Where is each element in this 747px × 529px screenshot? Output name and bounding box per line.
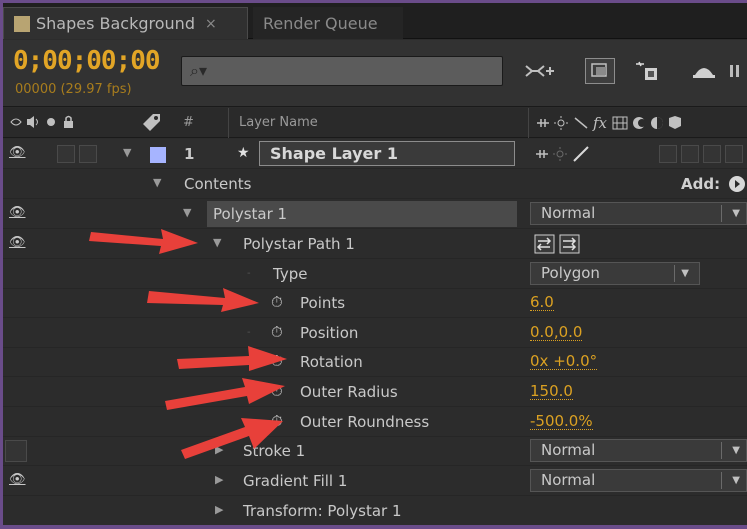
annotation-arrow-rotation (177, 346, 287, 371)
annotation-arrow-outer-roundness (181, 418, 283, 459)
annotation-arrows (89, 229, 287, 459)
annotation-arrow-outer-radius (165, 378, 285, 410)
annotation-arrow-polystar-path (89, 229, 198, 254)
annotation-arrow-points (147, 288, 259, 312)
after-effects-timeline-panel: Shapes Background × Render Queue 0;00;00… (3, 3, 747, 525)
